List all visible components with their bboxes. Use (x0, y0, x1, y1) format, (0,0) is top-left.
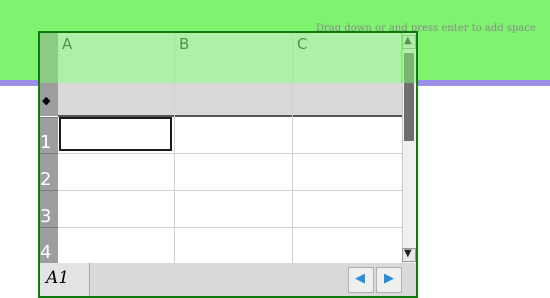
cell-b1[interactable] (175, 117, 292, 153)
arrow-left-icon: ◀ (355, 271, 365, 286)
column-header-c[interactable]: C (293, 31, 401, 83)
cell-c1[interactable] (293, 117, 402, 153)
status-bar: A1 ◀ ▶ (38, 263, 418, 298)
formula-row[interactable] (58, 83, 402, 116)
nav-prev-button[interactable]: ◀ (348, 267, 374, 293)
cell-a2[interactable] (58, 154, 174, 190)
name-box[interactable]: A1 (38, 263, 90, 298)
cell-b3[interactable] (175, 191, 292, 227)
cell-a3[interactable] (58, 191, 174, 227)
row-header-3[interactable]: 3 (38, 190, 58, 228)
cell-c2[interactable] (293, 154, 402, 190)
formula-row-marker: ◆ (42, 94, 51, 107)
scroll-up-button[interactable]: ▲ (402, 35, 416, 49)
row-header-4[interactable]: 4 (38, 227, 58, 264)
cell-b2[interactable] (175, 154, 292, 190)
formula-row-header[interactable]: ◆ (38, 83, 58, 116)
scroll-down-button[interactable]: ▼ (402, 248, 416, 262)
chevron-up-icon: ▲ (404, 35, 412, 46)
column-header-a[interactable]: A (58, 31, 174, 83)
cell-a4[interactable] (58, 228, 174, 263)
chevron-down-icon: ▼ (404, 248, 412, 259)
cell-c3[interactable] (293, 191, 402, 227)
arrow-right-icon: ▶ (384, 271, 394, 286)
cell-a1-selected[interactable] (59, 117, 172, 151)
row-header-1[interactable]: 1 (38, 117, 58, 154)
scroll-thumb[interactable] (404, 53, 414, 141)
spreadsheet: A B C ◆ 1 2 3 4 ▲ ▼ A1 ◀ ▶ (38, 31, 418, 298)
column-header-b[interactable]: B (175, 31, 292, 83)
cell-b4[interactable] (175, 228, 292, 263)
cell-c4[interactable] (293, 228, 402, 263)
nav-next-button[interactable]: ▶ (376, 267, 402, 293)
row-header-2[interactable]: 2 (38, 153, 58, 191)
select-all-corner[interactable] (38, 31, 59, 83)
